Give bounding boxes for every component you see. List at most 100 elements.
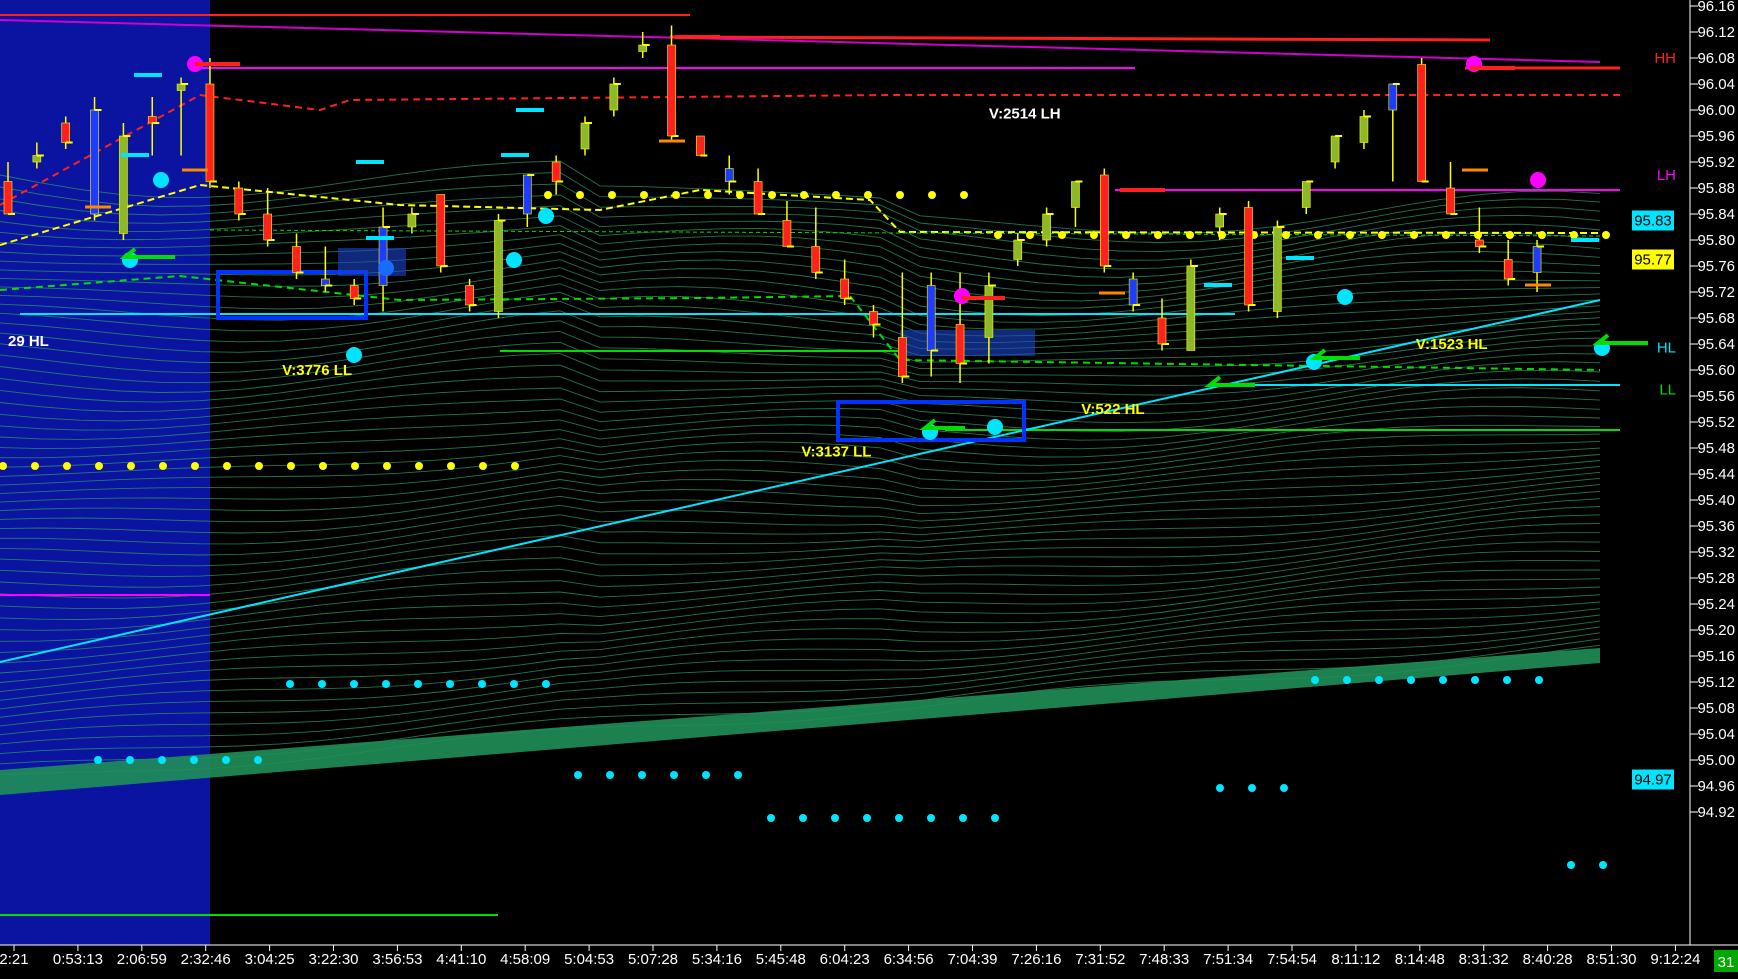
x-tick-label: 7:48:33 bbox=[1139, 951, 1189, 968]
marker-dot bbox=[960, 191, 968, 199]
x-tick-label: 4:58:09 bbox=[500, 951, 550, 968]
candle-body bbox=[292, 246, 301, 273]
marker-dot bbox=[1378, 231, 1386, 239]
marker-dot bbox=[800, 191, 808, 199]
y-tick-label: 95.88 bbox=[1697, 180, 1735, 197]
marker-dot bbox=[223, 462, 231, 470]
marker-dot bbox=[1407, 676, 1415, 684]
marker-dot bbox=[287, 462, 295, 470]
y-tick-label: 95.96 bbox=[1697, 128, 1735, 145]
marker-dot bbox=[1282, 231, 1290, 239]
pivot-dot bbox=[378, 260, 394, 276]
x-tick-label: 4:41:10 bbox=[436, 951, 486, 968]
marker-dot bbox=[1599, 861, 1607, 869]
marker-dot bbox=[1026, 231, 1034, 239]
pivot-dot bbox=[346, 347, 362, 363]
marker-dot bbox=[350, 680, 358, 688]
marker-dot bbox=[1248, 784, 1256, 792]
annotation-1: V:3776 LL bbox=[282, 362, 352, 379]
marker-dot bbox=[831, 814, 839, 822]
y-tick-label: 95.08 bbox=[1697, 700, 1735, 717]
marker-dot bbox=[864, 191, 872, 199]
marker-dot bbox=[606, 771, 614, 779]
candle-body bbox=[61, 122, 71, 143]
candle-body bbox=[551, 161, 561, 182]
y-tick-label: 95.64 bbox=[1697, 336, 1735, 353]
x-tick-label: 5:04:53 bbox=[564, 951, 614, 968]
marker-dot bbox=[832, 191, 840, 199]
marker-dot bbox=[1567, 861, 1575, 869]
candle-body bbox=[1013, 239, 1023, 260]
y-tick-label: 96.12 bbox=[1697, 24, 1735, 41]
marker-dot bbox=[1602, 231, 1610, 239]
marker-dot bbox=[1154, 231, 1162, 239]
x-tick-label: 6:04:23 bbox=[820, 951, 870, 968]
x-tick-label: 7:54:54 bbox=[1267, 951, 1317, 968]
marker-dot bbox=[574, 771, 582, 779]
marker-dot bbox=[928, 191, 936, 199]
x-tick-label: 8:14:48 bbox=[1395, 951, 1445, 968]
marker-dot bbox=[994, 231, 1002, 239]
y-tick-label: 95.48 bbox=[1697, 440, 1735, 457]
x-tick-label: 6:34:56 bbox=[884, 951, 934, 968]
marker-dot bbox=[1535, 676, 1543, 684]
marker-dot bbox=[991, 814, 999, 822]
marker-dot bbox=[479, 462, 487, 470]
y-tick-label: 95.68 bbox=[1697, 310, 1735, 327]
marker-dot bbox=[1186, 231, 1194, 239]
marker-dot bbox=[1538, 231, 1546, 239]
price-badge-0: 95.83 bbox=[1634, 213, 1672, 230]
marker-dot bbox=[510, 680, 518, 688]
marker-dot bbox=[895, 814, 903, 822]
candle-body bbox=[955, 324, 965, 364]
marker-dot bbox=[382, 680, 390, 688]
candle-body bbox=[407, 213, 417, 228]
candle-body bbox=[926, 285, 936, 351]
candle-body bbox=[3, 181, 13, 215]
pivot-dot bbox=[153, 172, 169, 188]
candle-body bbox=[580, 122, 590, 150]
marker-dot bbox=[542, 680, 550, 688]
marker-dot bbox=[896, 191, 904, 199]
candle-body bbox=[840, 278, 849, 299]
marker-dot bbox=[191, 462, 199, 470]
x-tick-label: 5:34:16 bbox=[692, 951, 742, 968]
marker-dot bbox=[1503, 676, 1511, 684]
marker-dot bbox=[672, 191, 680, 199]
y-tick-label: 95.16 bbox=[1697, 648, 1735, 665]
y-tick-label: 95.04 bbox=[1697, 726, 1735, 743]
marker-dot bbox=[286, 680, 294, 688]
x-tick-label: 8:31:32 bbox=[1459, 951, 1509, 968]
marker-dot bbox=[1314, 231, 1322, 239]
marker-dot bbox=[927, 814, 935, 822]
candle-body bbox=[696, 135, 705, 156]
marker-dot bbox=[1442, 231, 1450, 239]
marker-dot bbox=[158, 756, 166, 764]
y-tick-label: 95.36 bbox=[1697, 518, 1735, 535]
marker-dot bbox=[1410, 231, 1418, 239]
marker-dot bbox=[1570, 231, 1578, 239]
y-tick-label: 95.24 bbox=[1697, 596, 1735, 613]
annotation-4: V:3137 LL bbox=[801, 443, 871, 460]
candle-body bbox=[1273, 226, 1282, 312]
x-tick-label: 7:31:52 bbox=[1075, 951, 1125, 968]
marker-dot bbox=[670, 771, 678, 779]
marker-dot bbox=[608, 191, 616, 199]
marker-dot bbox=[1280, 784, 1288, 792]
y-tick-label: 95.32 bbox=[1697, 544, 1735, 561]
candle-body bbox=[1042, 213, 1051, 241]
y-tick-label: 95.76 bbox=[1697, 258, 1735, 275]
y-tick-label: 95.56 bbox=[1697, 388, 1735, 405]
y-tick-label: 94.92 bbox=[1697, 804, 1735, 821]
candle-body bbox=[898, 337, 907, 377]
y-tick-label: 96.16 bbox=[1697, 0, 1735, 15]
marker-dot bbox=[126, 756, 134, 764]
candle-body bbox=[522, 174, 532, 215]
marker-dot bbox=[511, 462, 519, 470]
candle-body bbox=[1128, 278, 1138, 306]
marker-dot bbox=[1216, 784, 1224, 792]
price-badge-2: 94.97 bbox=[1634, 772, 1672, 789]
marker-dot bbox=[1058, 231, 1066, 239]
range-fill bbox=[338, 248, 406, 276]
marker-dot bbox=[799, 814, 807, 822]
